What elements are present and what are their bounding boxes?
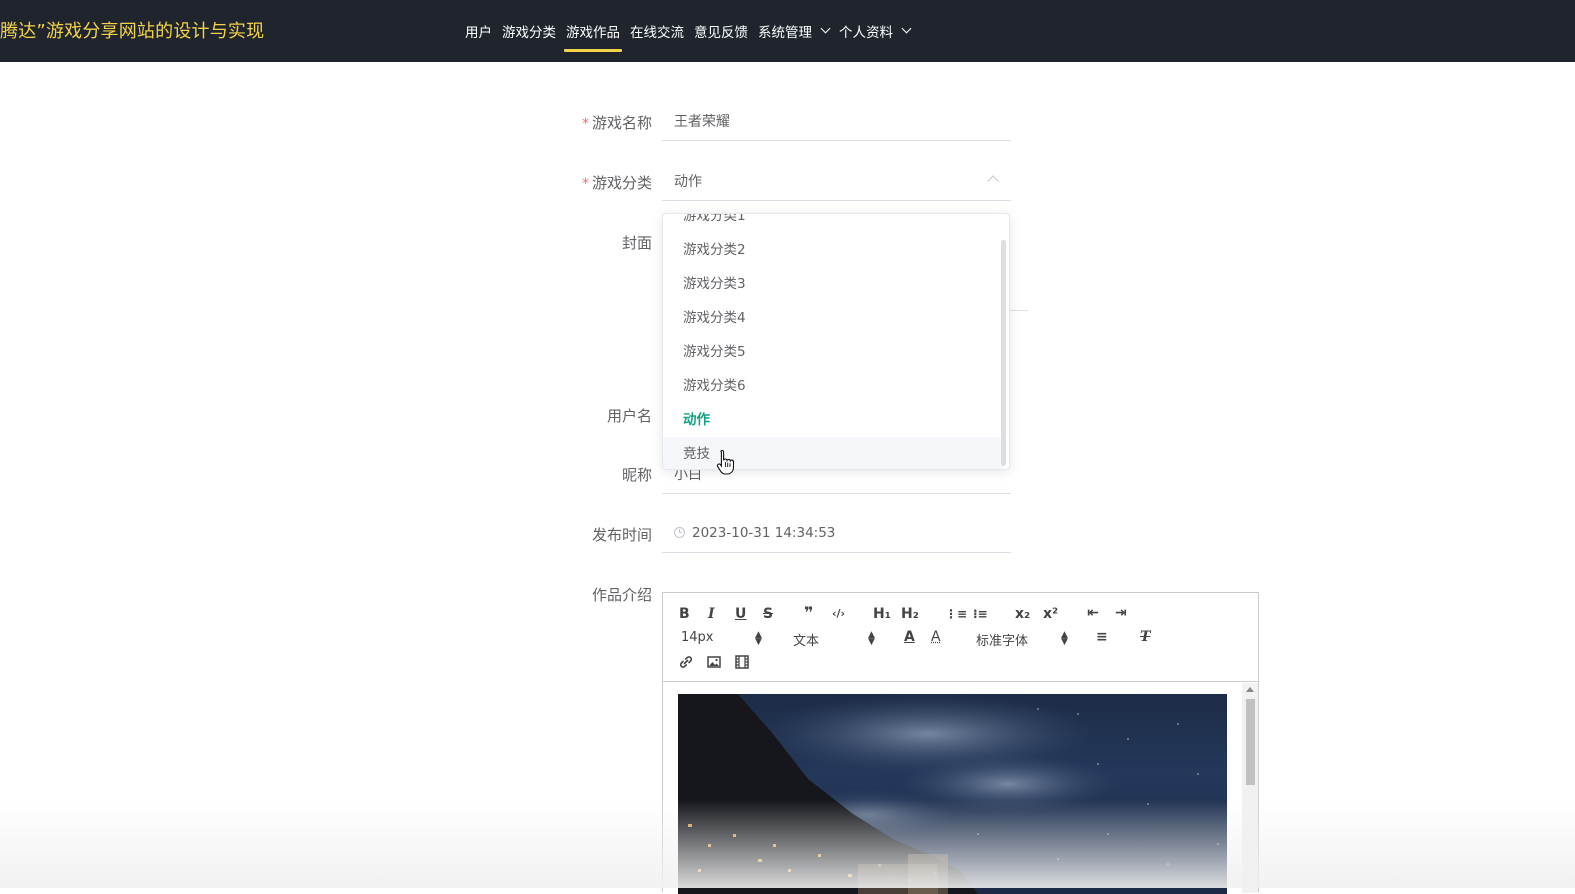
category-select[interactable]: 动作: [662, 161, 1011, 201]
code-icon[interactable]: ‹/›: [832, 606, 845, 622]
background-color-icon[interactable]: A: [931, 629, 941, 645]
text-color-icon[interactable]: A: [904, 629, 915, 645]
align-icon[interactable]: ≡: [1096, 629, 1108, 645]
editor-scrollbar[interactable]: [1242, 683, 1258, 893]
category-value: 动作: [674, 173, 702, 190]
chevron-down-icon: [820, 23, 831, 34]
nav-label: 游戏分类: [502, 25, 556, 41]
nav-item-profile[interactable]: 个人资料: [839, 0, 912, 62]
nickname-label: 昵称: [621, 466, 652, 484]
cover-upload-border: [1010, 310, 1028, 311]
nav-label: 个人资料: [839, 25, 893, 41]
label-text: 游戏分类: [591, 174, 652, 192]
clear-format-icon[interactable]: T: [1140, 629, 1150, 645]
category-option[interactable]: 游戏分类3: [663, 267, 1003, 301]
video-icon[interactable]: [734, 654, 750, 670]
category-option[interactable]: 游戏分类4: [663, 301, 1003, 335]
subscript-button[interactable]: x₂: [1015, 606, 1030, 622]
site-title: 腾达”游戏分享网站的设计与实现: [0, 21, 265, 42]
quote-icon[interactable]: ❞: [804, 605, 813, 621]
outdent-icon[interactable]: ⇤: [1087, 605, 1099, 621]
category-label: * 游戏分类: [532, 172, 652, 193]
editor-toolbar: B I U S ❞ ‹/› H₁ H₂ ⋮≡ ⁝≡ x₂ x² ⇤ ⇥ 14px…: [663, 593, 1258, 682]
header-select[interactable]: 文本: [793, 630, 819, 649]
game-name-label: * 游戏名称: [532, 112, 652, 133]
top-nav-bar: 腾达”游戏分享网站的设计与实现 用户 游戏分类 游戏作品 在线交流 意见反馈 系…: [0, 0, 1575, 62]
updown-arrows-icon: ▲ ▼: [1061, 630, 1068, 647]
chevron-up-icon: [987, 175, 999, 187]
editor-content[interactable]: [663, 683, 1258, 894]
image-icon[interactable]: [706, 654, 722, 670]
category-option-selected[interactable]: 动作: [663, 403, 1003, 437]
category-option[interactable]: 游戏分类1: [663, 214, 1003, 233]
nav-label: 系统管理: [758, 25, 812, 41]
username-label: 用户名: [606, 407, 652, 425]
nav-item-users[interactable]: 用户: [465, 0, 492, 62]
game-name-value: 王者荣耀: [674, 113, 730, 130]
bullet-list-icon[interactable]: ⁝≡: [973, 606, 988, 622]
game-name-input[interactable]: 王者荣耀: [662, 101, 1011, 141]
category-options: 游戏分类1 游戏分类2 游戏分类3 游戏分类4 游戏分类5 游戏分类6 动作 竞…: [663, 214, 1003, 469]
h1-button[interactable]: H₁: [873, 606, 891, 622]
nav-item-feedback[interactable]: 意见反馈: [694, 0, 748, 62]
category-option[interactable]: 游戏分类6: [663, 369, 1003, 403]
label-text: 游戏名称: [591, 114, 652, 132]
nav-label: 用户: [465, 25, 492, 41]
category-option-hovered[interactable]: 竞技: [663, 437, 1003, 469]
intro-label: 作品介绍: [591, 586, 652, 604]
rich-text-editor: B I U S ❞ ‹/› H₁ H₂ ⋮≡ ⁝≡ x₂ x² ⇤ ⇥ 14px…: [662, 592, 1259, 894]
dropdown-scrollbar[interactable]: [1001, 240, 1006, 466]
nav-item-system-management[interactable]: 系统管理: [758, 0, 831, 62]
indent-icon[interactable]: ⇥: [1115, 605, 1127, 621]
strike-button[interactable]: S: [763, 606, 773, 622]
font-size-select[interactable]: 14px: [681, 630, 714, 645]
nav-label: 意见反馈: [694, 25, 748, 41]
nav-item-game-category[interactable]: 游戏分类: [502, 0, 556, 62]
underline-button[interactable]: U: [735, 606, 746, 622]
font-family-select[interactable]: 标准字体: [976, 630, 1028, 649]
ordered-list-icon[interactable]: ⋮≡: [945, 606, 967, 622]
bold-button[interactable]: B: [679, 606, 690, 622]
scroll-up-arrow-icon[interactable]: [1246, 687, 1254, 692]
hand-cursor-icon: [716, 449, 734, 475]
night-town-photo: [678, 694, 1219, 894]
superscript-button[interactable]: x²: [1043, 606, 1058, 622]
chevron-down-icon: [901, 23, 912, 34]
nav-label: 在线交流: [630, 25, 684, 41]
category-option[interactable]: 游戏分类2: [663, 233, 1003, 267]
updown-arrows-icon: ▲ ▼: [868, 630, 875, 647]
publish-time-label: 发布时间: [591, 526, 652, 544]
italic-button[interactable]: I: [708, 606, 715, 622]
clock-icon: [674, 527, 685, 538]
required-mark: *: [581, 176, 589, 192]
nav-item-online-chat[interactable]: 在线交流: [630, 0, 684, 62]
editor-scroll-thumb[interactable]: [1246, 699, 1255, 785]
h2-button[interactable]: H₂: [901, 606, 919, 622]
category-dropdown: 游戏分类1 游戏分类2 游戏分类3 游戏分类4 游戏分类5 游戏分类6 动作 竞…: [662, 213, 1010, 470]
publish-time-input[interactable]: 2023-10-31 14:34:53: [662, 513, 1011, 553]
updown-arrows-icon: ▲ ▼: [755, 630, 762, 647]
required-mark: *: [581, 116, 589, 132]
nav-item-game-works[interactable]: 游戏作品: [564, 0, 622, 62]
link-icon[interactable]: [678, 654, 694, 670]
publish-time-value: 2023-10-31 14:34:53: [692, 524, 836, 541]
nav-label: 游戏作品: [566, 25, 620, 41]
cover-label: 封面: [621, 234, 652, 252]
category-option[interactable]: 游戏分类5: [663, 335, 1003, 369]
content-image: [678, 694, 1227, 894]
main-nav: 用户 游戏分类 游戏作品 在线交流 意见反馈 系统管理 个人资料: [465, 0, 920, 62]
